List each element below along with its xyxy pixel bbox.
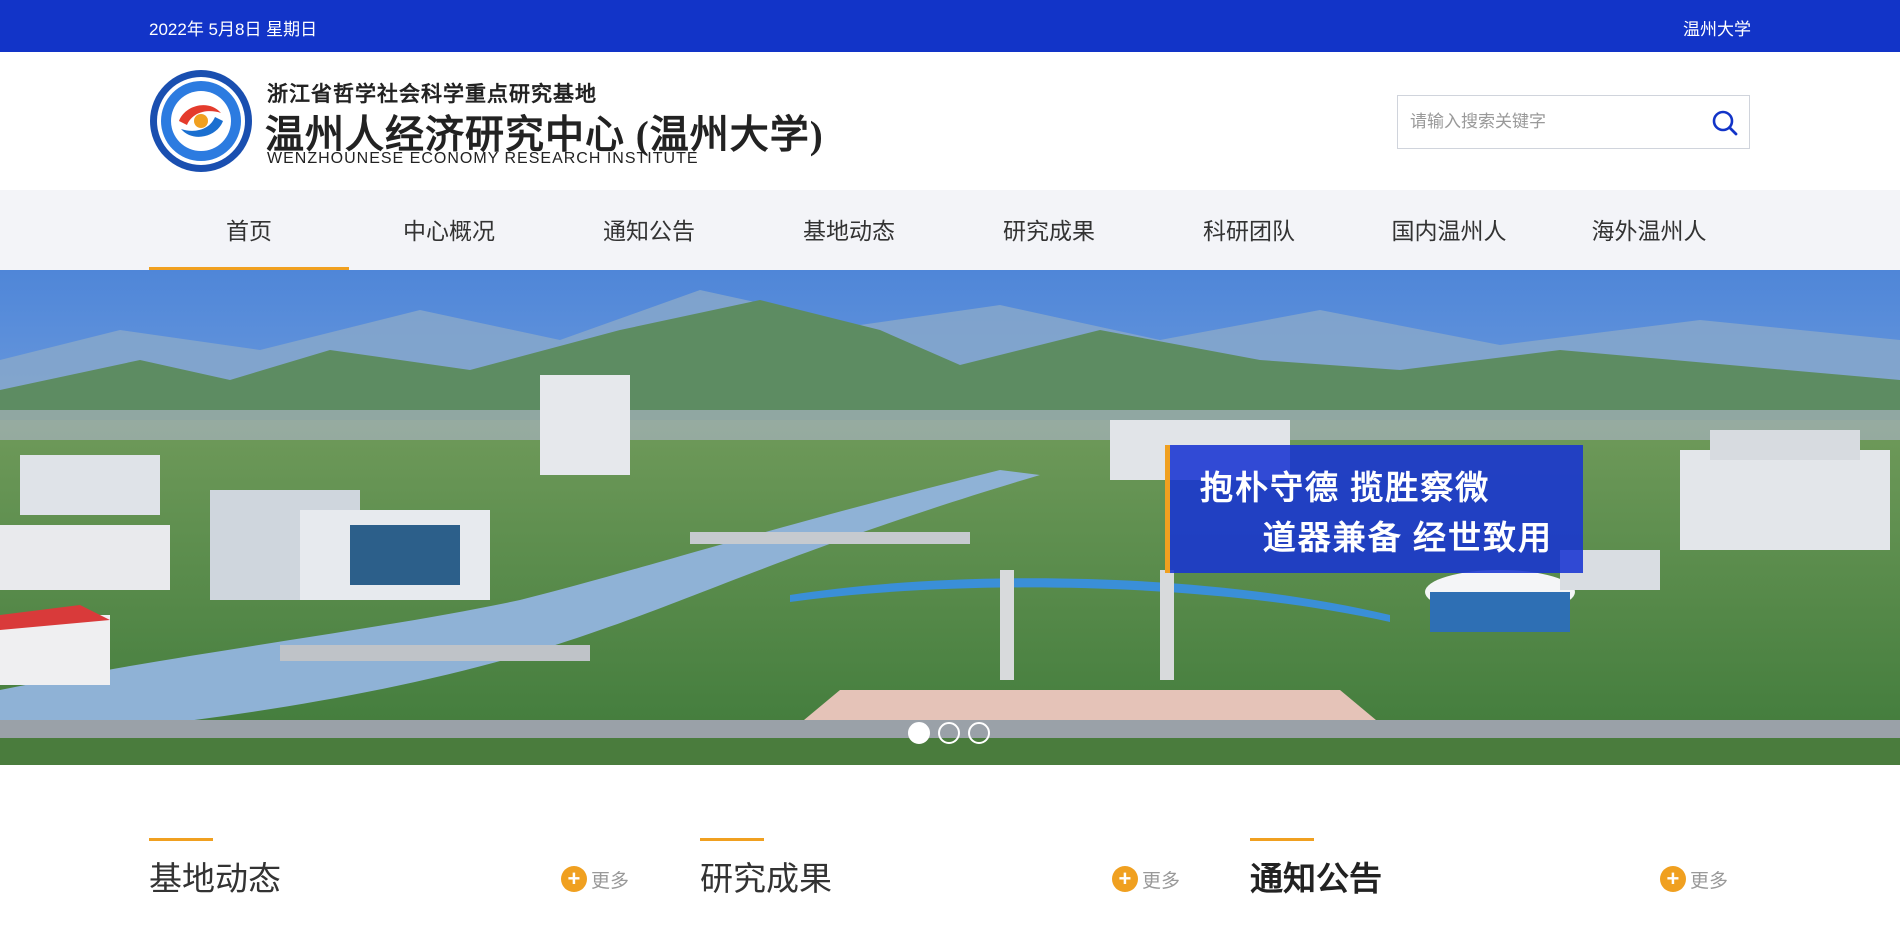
section-notices: 通知公告 + 更多	[1250, 838, 1728, 938]
banner-slogan: 抱朴守德 揽胜察微 道器兼备 经世致用	[1165, 445, 1583, 573]
institute-seal-logo[interactable]	[149, 69, 253, 173]
nav-item-research-team[interactable]: 科研团队	[1149, 190, 1349, 270]
nav-item-overseas-wenzhounese[interactable]: 海外温州人	[1549, 190, 1749, 270]
main-nav: 首页 中心概况 通知公告 基地动态 研究成果 科研团队 国内温州人 海外温州人	[0, 190, 1900, 270]
search-input[interactable]	[1410, 96, 1700, 148]
section-base-news: 基地动态 + 更多	[149, 838, 629, 938]
section-title: 基地动态	[149, 860, 281, 897]
nav-item-research-results[interactable]: 研究成果	[949, 190, 1149, 270]
hero-banner[interactable]: 抱朴守德 揽胜察微 道器兼备 经世致用	[0, 270, 1900, 765]
slogan-line-1: 抱朴守德 揽胜察微	[1200, 471, 1491, 507]
plus-icon: +	[1111, 866, 1138, 892]
nav-item-base-news[interactable]: 基地动态	[749, 190, 949, 270]
section-accent-bar	[1250, 838, 1314, 841]
carousel-dots	[908, 722, 990, 746]
plus-icon: +	[1659, 866, 1686, 892]
search-box	[1397, 95, 1750, 149]
section-title: 通知公告	[1250, 860, 1382, 897]
carousel-dot-1[interactable]	[908, 722, 930, 744]
nav-item-overview[interactable]: 中心概况	[349, 190, 549, 270]
carousel-dot-3[interactable]	[968, 722, 990, 744]
slogan-line-2: 道器兼备 经世致用	[1262, 521, 1553, 557]
site-header: 浙江省哲学社会科学重点研究基地 温州人经济研究中心 (温州大学) WENZHOU…	[0, 52, 1900, 190]
carousel-dot-2[interactable]	[938, 722, 960, 744]
top-bar: 2022年 5月8日 星期日 温州大学	[0, 0, 1900, 52]
section-title: 研究成果	[700, 860, 832, 897]
more-label: 更多	[1689, 870, 1728, 892]
section-accent-bar	[149, 838, 213, 841]
more-button[interactable]: + 更多	[1111, 866, 1180, 892]
university-link[interactable]: 温州大学	[1683, 15, 1751, 40]
plus-icon: +	[560, 866, 587, 892]
site-title-english: WENZHOUNESE ECONOMY RESEARCH INSTITUTE	[267, 150, 699, 167]
more-label: 更多	[590, 870, 629, 892]
section-research-results: 研究成果 + 更多	[700, 838, 1180, 938]
nav-item-notices[interactable]: 通知公告	[549, 190, 749, 270]
nav-item-home[interactable]: 首页	[149, 190, 349, 270]
search-icon[interactable]	[1711, 109, 1739, 137]
section-accent-bar	[700, 838, 764, 841]
nav-item-domestic-wenzhounese[interactable]: 国内温州人	[1349, 190, 1549, 270]
campus-aerial-image	[0, 270, 1900, 765]
current-date: 2022年 5月8日 星期日	[149, 20, 318, 39]
more-button[interactable]: + 更多	[1659, 866, 1728, 892]
more-button[interactable]: + 更多	[560, 866, 629, 892]
more-label: 更多	[1141, 870, 1180, 892]
